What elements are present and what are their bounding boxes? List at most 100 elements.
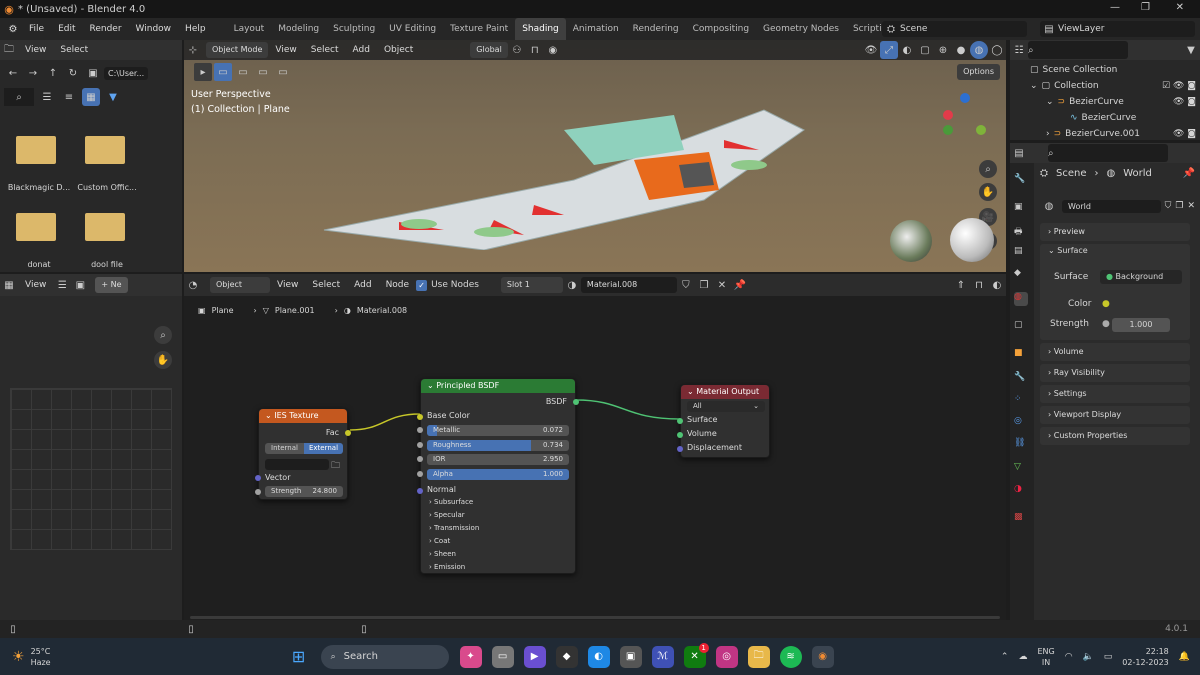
minimize-icon[interactable]: — (1110, 2, 1120, 13)
render-tab-icon[interactable]: ▣ (1014, 202, 1028, 216)
xbox-icon[interactable]: ✕ 1 (683, 642, 709, 668)
ies-vector-socket[interactable] (255, 475, 261, 481)
tab-layout[interactable]: Layout (227, 18, 272, 40)
folder-browse-icon[interactable]: 🗀 (331, 458, 340, 474)
folder-label[interactable]: Blackmagic D... (4, 183, 74, 192)
volume-panel[interactable]: › Volume (1040, 343, 1190, 361)
wireframe-shading-icon[interactable]: ⊕ (934, 41, 952, 59)
normal-socket[interactable] (417, 488, 423, 494)
material-tab-icon[interactable]: ◑ (1014, 484, 1028, 498)
taskbar-search[interactable]: ⌕ Search (320, 644, 449, 669)
custom-properties-panel[interactable]: › Custom Properties (1040, 427, 1190, 445)
z-axis-icon[interactable] (960, 93, 970, 103)
panel-emission[interactable]: › Emission (429, 563, 465, 571)
file-explorer-icon[interactable]: 🗀 (747, 645, 770, 668)
uv-grid[interactable] (10, 388, 172, 550)
duplicate-icon[interactable]: ❐ (1175, 201, 1183, 211)
output-target-dropdown[interactable]: All ⌄ (687, 401, 765, 412)
ie-pan-hand-icon[interactable]: ✋ (154, 351, 172, 369)
strength-socket-icon[interactable]: ● (1102, 319, 1110, 329)
thumb-view-icon[interactable]: ≡ (60, 88, 78, 106)
fb-select-menu[interactable]: Select (53, 39, 95, 61)
tab-texture-paint[interactable]: Texture Paint (443, 18, 515, 40)
notification-bell-icon[interactable]: 🔔 (1179, 652, 1190, 662)
folder-icon[interactable] (85, 213, 125, 241)
select-invert-icon[interactable]: ▭ (274, 63, 292, 81)
edge-icon[interactable]: ◐ (587, 645, 610, 668)
grid-view-icon[interactable]: ▦ (82, 88, 100, 106)
pivot-icon[interactable]: ⚇ (508, 41, 526, 59)
new-folder-icon[interactable]: ▣ (84, 64, 102, 82)
settings-panel[interactable]: › Settings (1040, 385, 1190, 403)
unlink-icon[interactable]: ✕ (1187, 201, 1195, 211)
list-view-icon[interactable]: ☰ (38, 88, 56, 106)
panel-subsurface[interactable]: › Subsurface (429, 498, 473, 506)
back-icon[interactable]: ← (4, 64, 22, 82)
base-color-socket[interactable] (417, 414, 423, 420)
store-icon[interactable]: ▣ (619, 645, 642, 668)
image-editor-type-icon[interactable]: ▦ (0, 276, 18, 294)
vp-view-menu[interactable]: View (268, 39, 303, 61)
bsdf-value-field[interactable]: IOR 2.950 (427, 454, 569, 465)
select-extend-icon[interactable]: ▭ (234, 63, 252, 81)
app-icon[interactable]: ◆ (555, 645, 578, 668)
object-tab-icon[interactable]: ■ (1014, 348, 1028, 362)
outliner-row[interactable]: › ⊃ BezierCurve.001 👁 ◙ (1046, 129, 1196, 139)
outliner-type-icon[interactable]: ☷ (1010, 41, 1028, 59)
xray-icon[interactable]: ▢ (916, 41, 934, 59)
panel-transmission[interactable]: › Transmission (429, 524, 479, 532)
data-tab-icon[interactable]: ▽ (1014, 462, 1028, 476)
chevron-up-icon[interactable]: ⌃ (1001, 652, 1009, 662)
outliner-search-icon[interactable]: ⌕ (1028, 41, 1128, 59)
surface-panel-header[interactable]: ⌄ Surface (1040, 244, 1190, 257)
gizmo-icon[interactable]: ⤢ (880, 41, 898, 59)
image-browse-icon[interactable]: ▣ (71, 276, 89, 294)
expand-icon[interactable]: ⌄ (1030, 81, 1038, 91)
collection-tab-icon[interactable]: ▢ (1014, 320, 1028, 334)
select-subtract-icon[interactable]: ▭ (254, 63, 272, 81)
vp-add-menu[interactable]: Add (346, 39, 377, 61)
shader-editor[interactable]: ◔ Object View Select Add Node ✓ Use Node… (184, 274, 1006, 620)
visibility-icon[interactable]: 👁 (862, 41, 880, 59)
fb-path-field[interactable]: C:\User... (104, 66, 149, 80)
folder-icon[interactable] (16, 136, 56, 164)
zoom-icon[interactable]: ⌕ (979, 160, 997, 178)
language-indicator[interactable]: ENG IN (1037, 646, 1054, 668)
blender-menu-icon[interactable]: ⚙ (4, 20, 22, 38)
menu-edit[interactable]: Edit (51, 18, 82, 40)
bsdf-value-field[interactable]: Roughness 0.734 (427, 439, 569, 451)
ray-visibility-panel[interactable]: › Ray Visibility (1040, 364, 1190, 382)
refresh-icon[interactable]: ↻ (64, 64, 82, 82)
principled-bsdf-node[interactable]: ⌄ Principled BSDF BSDF Base Color Normal… (417, 378, 579, 574)
task-view-icon[interactable]: ▭ (491, 645, 514, 668)
fb-view-menu[interactable]: View (18, 39, 53, 61)
editor-type-icon[interactable]: 🗀 (0, 41, 18, 59)
horizontal-scrollbar[interactable] (190, 616, 1000, 619)
visibility-icon[interactable]: 👁 ◙ (1173, 97, 1196, 107)
preview-panel[interactable]: › Preview (1040, 223, 1190, 241)
world-browse-icon[interactable]: ◍ (1040, 197, 1058, 215)
ies-strength-socket[interactable] (255, 489, 261, 495)
outliner-row[interactable]: ⌄ ⊃ BezierCurve 👁 ◙ (1046, 97, 1196, 107)
hamburger-icon[interactable]: ☰ (53, 276, 71, 294)
solid-shading-icon[interactable]: ● (952, 41, 970, 59)
spaceship-model[interactable] (304, 90, 824, 250)
folder-icon[interactable] (85, 136, 125, 164)
maximize-icon[interactable]: ❐ (1141, 2, 1150, 13)
vp-select-menu[interactable]: Select (304, 39, 346, 61)
expand-icon[interactable]: › (1046, 129, 1050, 139)
x-axis-icon[interactable] (943, 110, 953, 120)
properties-search-icon[interactable]: ⌕ (1048, 144, 1168, 162)
ies-texture-node[interactable]: ⌄ IES Texture Fac Internal External 🗀 Ve… (255, 408, 351, 500)
tab-modeling[interactable]: Modeling (271, 18, 326, 40)
y-neg-axis-icon[interactable] (943, 125, 953, 135)
scene-collection-row[interactable]: ▢ Scene Collection (1030, 65, 1117, 75)
folder-label[interactable]: dool file (72, 260, 142, 269)
menu-window[interactable]: Window (129, 18, 179, 40)
pin-icon[interactable]: 📌 (1183, 168, 1195, 179)
overlay-icon[interactable]: ◐ (898, 41, 916, 59)
bsdf-value-field[interactable]: Metallic 0.072 (427, 425, 569, 436)
pan-hand-icon[interactable]: ✋ (979, 183, 997, 201)
new-image-button[interactable]: + Ne (95, 277, 128, 293)
filter-icon[interactable]: ▼ (104, 88, 122, 106)
